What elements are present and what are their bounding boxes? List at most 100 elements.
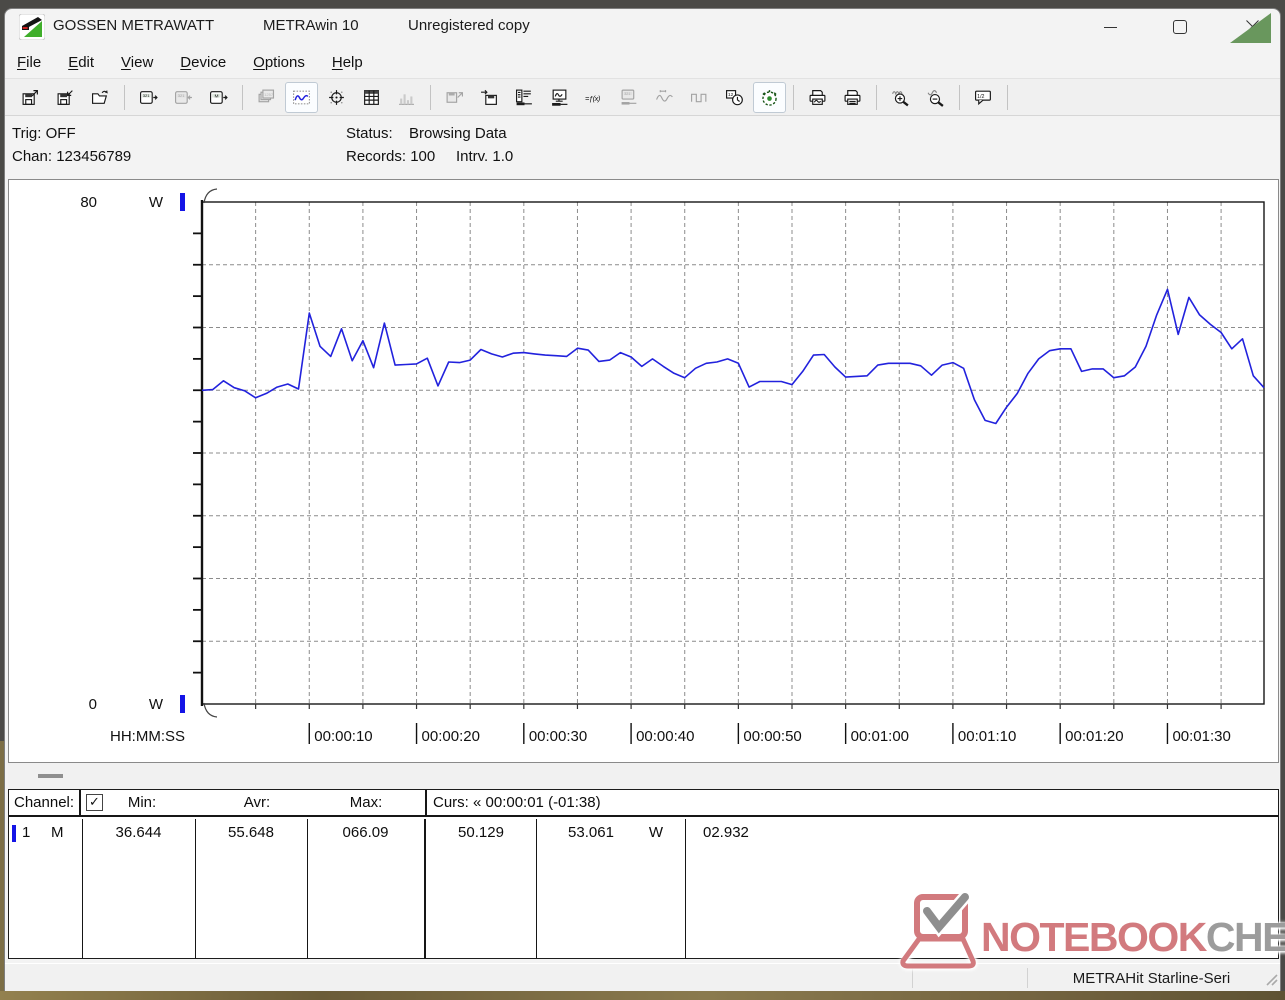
device-model-text: METRAHit Starline-Seri bbox=[1073, 970, 1231, 987]
print-chart-button[interactable] bbox=[801, 82, 834, 113]
toolbar-separator bbox=[1007, 85, 1008, 110]
time-settings-button[interactable]: 12 bbox=[718, 82, 751, 113]
device-model-panel: METRAHit Starline-Seri bbox=[1027, 964, 1276, 992]
svg-text:=ƒ(x): =ƒ(x) bbox=[585, 94, 601, 103]
svg-text:W: W bbox=[149, 194, 164, 211]
statusbar: METRAHit Starline-Seri bbox=[5, 963, 1280, 992]
menu-view[interactable]: View bbox=[121, 54, 153, 71]
menu-edit[interactable]: Edit bbox=[68, 54, 94, 71]
svg-text:1257: 1257 bbox=[264, 92, 274, 97]
header-avr: Avr: bbox=[201, 794, 313, 811]
print-report-button[interactable] bbox=[836, 82, 869, 113]
cursor-table-header: Channel: ✓ Min: Avr: Max: Curs: « 00:00:… bbox=[9, 790, 1278, 817]
pulse-trigger-button bbox=[683, 82, 716, 113]
status-value: Browsing Data bbox=[409, 125, 507, 142]
toolbar-separator bbox=[793, 85, 794, 110]
min-value: 36.644 bbox=[82, 824, 195, 841]
save-as-button[interactable] bbox=[49, 82, 82, 113]
table-view-button[interactable] bbox=[355, 82, 388, 113]
crosshair-view-button[interactable] bbox=[320, 82, 353, 113]
svg-text:321: 321 bbox=[624, 91, 630, 95]
channel-number: 1 bbox=[22, 824, 30, 841]
trigger-status: Trig: OFF bbox=[12, 125, 76, 142]
histogram-view-button bbox=[390, 82, 423, 113]
toolbar: 321 321 M 1257 =ƒ(x) 321 12 1/2 bbox=[5, 78, 1280, 116]
menu-help[interactable]: Help bbox=[332, 54, 363, 71]
resize-corner-badge bbox=[1230, 13, 1271, 43]
import-from-device-button[interactable] bbox=[473, 82, 506, 113]
toolbar-separator bbox=[959, 85, 960, 110]
cursor-value-2: 53.061 bbox=[536, 824, 646, 841]
toolbar-separator bbox=[876, 85, 877, 110]
app-window: GOSSEN METRAWATT METRAwin 10 Unregistere… bbox=[4, 8, 1281, 992]
annotations-button[interactable]: 1/2 bbox=[967, 82, 1000, 113]
desktop-background-strip bbox=[0, 991, 1285, 1000]
header-cursor: Curs: « 00:00:01 (-01:38) bbox=[425, 790, 1278, 815]
menu-device[interactable]: Device bbox=[180, 54, 226, 71]
maximize-button[interactable] bbox=[1157, 9, 1203, 45]
minimize-button[interactable] bbox=[1087, 9, 1133, 45]
monitor-settings-button[interactable] bbox=[543, 82, 576, 113]
interval-value: Intrv. 1.0 bbox=[456, 148, 513, 165]
menu-file[interactable]: File bbox=[17, 54, 41, 71]
cursor-unit: W bbox=[636, 824, 676, 841]
records-count: Records: 100 bbox=[346, 148, 435, 165]
toolbar-separator bbox=[430, 85, 431, 110]
zoom-out-button[interactable] bbox=[919, 82, 952, 113]
analog-trigger-button bbox=[648, 82, 681, 113]
svg-text:00:00:50: 00:00:50 bbox=[743, 728, 801, 745]
max-value: 066.09 bbox=[307, 824, 424, 841]
chart-panel: 80W0WHH:MM:SS00:00:1000:00:2000:00:3000:… bbox=[8, 179, 1279, 763]
toolbar-separator bbox=[124, 85, 125, 110]
device-settings-list-button[interactable] bbox=[508, 82, 541, 113]
titlebar: GOSSEN METRAWATT METRAwin 10 Unregistere… bbox=[5, 9, 1280, 46]
channel-list: Chan: 123456789 bbox=[12, 148, 131, 165]
read-device-321-button[interactable]: 321 bbox=[132, 82, 165, 113]
column-divider bbox=[685, 819, 686, 958]
channel-color-marker bbox=[12, 825, 16, 842]
status-label: Status: bbox=[346, 125, 393, 142]
header-stats: ✓ Min: Avr: Max: bbox=[83, 790, 425, 815]
svg-text:00:01:10: 00:01:10 bbox=[958, 728, 1016, 745]
save-file-button[interactable] bbox=[14, 82, 47, 113]
export-data-button bbox=[438, 82, 471, 113]
open-file-button[interactable] bbox=[84, 82, 117, 113]
multi-display-view-button: 1257 bbox=[250, 82, 283, 113]
app-logo-icon bbox=[19, 14, 45, 40]
table-row: 1 M 36.644 55.648 066.09 50.129 53.061 W… bbox=[9, 819, 1278, 958]
svg-text:00:00:30: 00:00:30 bbox=[529, 728, 587, 745]
svg-text:321: 321 bbox=[178, 93, 185, 98]
header-max: Max: bbox=[313, 794, 419, 811]
cursor-delta: 02.932 bbox=[703, 824, 773, 841]
avr-value: 55.648 bbox=[195, 824, 307, 841]
read-device-m-button[interactable]: M bbox=[202, 82, 235, 113]
title-license: Unregistered copy bbox=[408, 17, 530, 34]
svg-text:00:00:40: 00:00:40 bbox=[636, 728, 694, 745]
minimize-icon bbox=[1104, 27, 1117, 28]
header-channel: Channel: bbox=[9, 790, 81, 815]
menu-options[interactable]: Options bbox=[253, 54, 305, 71]
channel-visible-checkbox[interactable]: ✓ bbox=[86, 794, 103, 811]
formula-button[interactable]: =ƒ(x) bbox=[578, 82, 611, 113]
maximize-icon bbox=[1173, 20, 1187, 34]
waveform-view-button[interactable] bbox=[285, 82, 318, 113]
svg-text:321: 321 bbox=[143, 93, 150, 98]
zoom-in-button[interactable] bbox=[884, 82, 917, 113]
svg-text:00:00:10: 00:00:10 bbox=[314, 728, 372, 745]
svg-text:00:00:20: 00:00:20 bbox=[422, 728, 480, 745]
splitter-grip-handle[interactable] bbox=[38, 774, 63, 778]
desktop-background-sliver bbox=[0, 741, 4, 991]
svg-text:0: 0 bbox=[89, 696, 97, 713]
svg-text:00:01:00: 00:01:00 bbox=[851, 728, 909, 745]
toolbar-separator bbox=[242, 85, 243, 110]
chart-svg[interactable]: 80W0WHH:MM:SS00:00:1000:00:2000:00:3000:… bbox=[9, 180, 1278, 762]
live-timer-button[interactable] bbox=[753, 82, 786, 113]
statusbar-divider bbox=[912, 968, 913, 988]
cursor-table: Channel: ✓ Min: Avr: Max: Curs: « 00:00:… bbox=[8, 789, 1279, 959]
statusbar-resize-grip[interactable] bbox=[1264, 972, 1278, 990]
svg-text:00:01:20: 00:01:20 bbox=[1065, 728, 1123, 745]
svg-text:HH:MM:SS: HH:MM:SS bbox=[110, 728, 185, 745]
write-device-321-button: 321 bbox=[167, 82, 200, 113]
svg-text:80: 80 bbox=[80, 194, 97, 211]
title-brand: GOSSEN METRAWATT bbox=[53, 17, 214, 34]
